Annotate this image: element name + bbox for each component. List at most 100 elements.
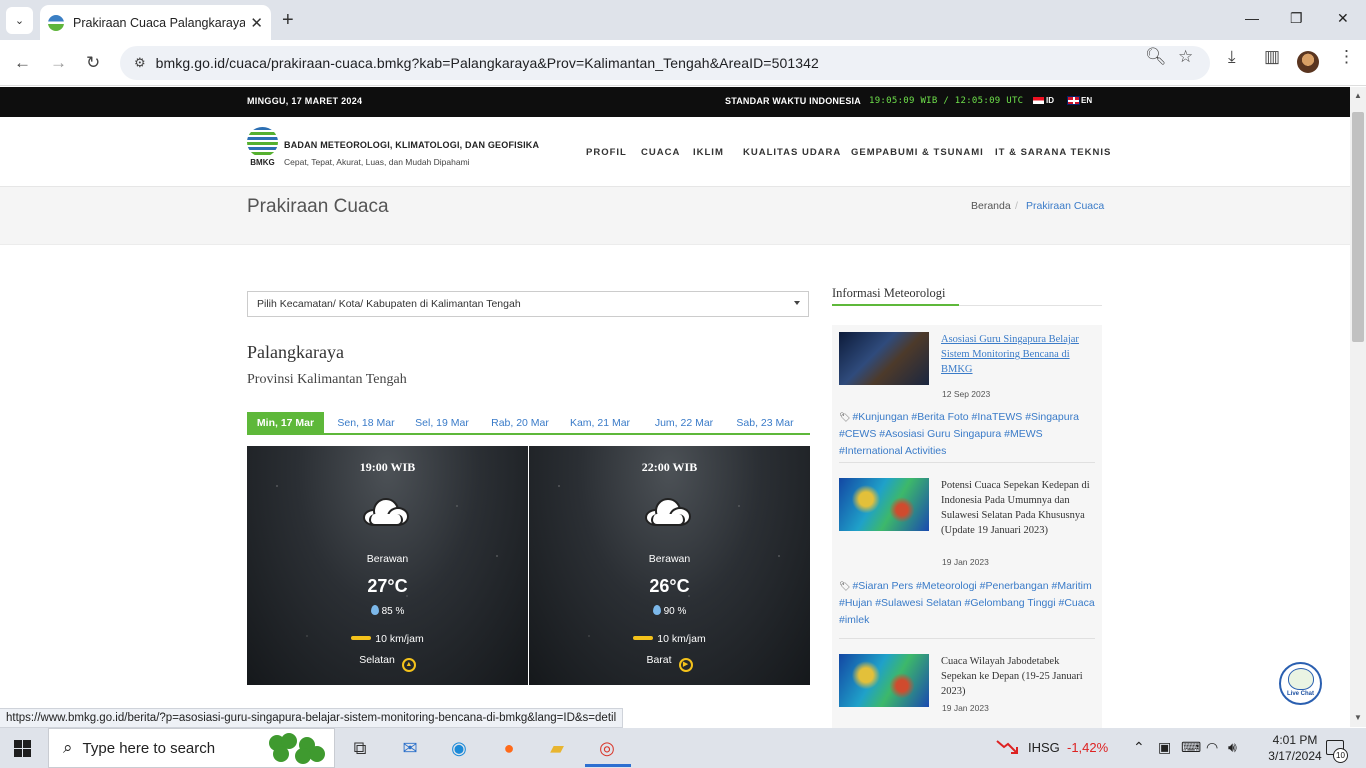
forecast-wind-direction: Selatan ▲ <box>247 654 528 672</box>
lang-en-link[interactable]: EN <box>1067 96 1092 105</box>
meet-now-icon[interactable]: ▣ <box>1158 739 1171 756</box>
news-thumbnail[interactable] <box>839 654 929 707</box>
ihsg-label[interactable]: IHSG <box>1028 740 1060 755</box>
breadcrumb-separator: / <box>1015 200 1018 212</box>
address-bar[interactable]: ⚙ bmkg.go.id/cuaca/prakiraan-cuaca.bmkg?… <box>120 46 1210 80</box>
download-icon[interactable]: ⤓ <box>1228 47 1236 67</box>
nav-iklim[interactable]: IKLIM <box>693 147 724 158</box>
cloudy-icon <box>643 496 693 528</box>
org-tagline: Cepat, Tepat, Akurat, Luas, dan Mudah Di… <box>284 157 470 167</box>
firefox-icon[interactable]: ● <box>496 736 522 760</box>
stock-down-icon <box>996 740 1018 754</box>
input-method-icon[interactable]: ⌨ <box>1181 739 1201 756</box>
tab-close-icon[interactable]: ✕ <box>250 14 263 32</box>
bookmark-star-icon[interactable]: ☆ <box>1178 47 1193 67</box>
browser-tab-active[interactable]: Prakiraan Cuaca Palangkaraya - ✕ <box>40 5 271 40</box>
news-title-link[interactable]: Potensi Cuaca Sepekan Kedepan di Indones… <box>941 478 1091 538</box>
tray-chevron-up-icon[interactable]: ⌃ <box>1133 739 1145 756</box>
nav-profil[interactable]: PROFIL <box>586 147 627 158</box>
close-window-icon[interactable]: ✕ <box>1337 10 1349 27</box>
browser-toolbar: ← → ↻ ⚙ bmkg.go.id/cuaca/prakiraan-cuaca… <box>0 40 1366 86</box>
wifi-icon[interactable]: ◠ <box>1206 739 1218 756</box>
forecast-wind: 10 km/jam <box>529 633 810 645</box>
scroll-up-icon[interactable]: ▲ <box>1354 91 1362 100</box>
bmkg-logo[interactable]: BMKG <box>247 127 278 167</box>
news-divider <box>839 462 1095 463</box>
day-tab-5[interactable]: Jum, 22 Mar <box>648 412 720 433</box>
cloudy-icon <box>361 496 411 528</box>
back-arrow-icon[interactable]: ← <box>14 53 31 73</box>
forecast-temperature: 27°C <box>367 576 408 596</box>
day-tab-1[interactable]: Sen, 18 Mar <box>330 412 402 433</box>
zoom-icon[interactable]: 🔍︎ <box>1145 47 1167 67</box>
news-tags-text[interactable]: #Siaran Pers #Meteorologi #Penerbangan #… <box>839 580 1095 626</box>
live-chat-button[interactable]: Live Chat <box>1279 662 1322 705</box>
news-tags-text[interactable]: #Kunjungan #Berita Foto #InaTEWS #Singap… <box>839 411 1079 457</box>
breadcrumb-home[interactable]: Beranda <box>971 200 1011 212</box>
humidity-value: 85 % <box>381 606 405 617</box>
wind-icon <box>351 636 372 640</box>
day-tab-4[interactable]: Kam, 21 Mar <box>565 412 635 433</box>
chrome-icon[interactable]: ◎ <box>594 736 620 760</box>
search-icon: ⌕ <box>63 738 73 757</box>
menu-kebab-icon[interactable]: ⋮ <box>1338 47 1355 67</box>
site-top-bar: MINGGU, 17 MARET 2024 STANDAR WAKTU INDO… <box>0 87 1350 117</box>
forecast-card: 22:00 WIB Berawan 26°C 90 % 10 km/jam Ba… <box>529 446 810 685</box>
direction-west-icon: ▶ <box>678 658 693 672</box>
profile-avatar[interactable] <box>1297 51 1319 73</box>
nav-it-sarana-teknis[interactable]: IT & SARANA TEKNIS <box>995 147 1111 158</box>
page-scrollbar[interactable]: ▲ ▼ <box>1350 87 1366 727</box>
taskbar-clock[interactable]: 4:01 PM 3/17/2024 <box>1260 732 1330 764</box>
forecast-time: 22:00 WIB <box>641 460 698 474</box>
wind-icon <box>633 636 654 640</box>
news-title-link[interactable]: Asosiasi Guru Singapura Belajar Sistem M… <box>941 332 1091 377</box>
taskbar-search-placeholder: Type here to search <box>82 739 216 757</box>
forecast-temperature: 26°C <box>649 576 690 596</box>
wind-speed: 10 km/jam <box>375 633 424 645</box>
chevron-down-icon: ⌄ <box>14 15 25 27</box>
day-tab-3[interactable]: Rab, 20 Mar <box>486 412 554 433</box>
windows-taskbar: ⌕ Type here to search ⧉ ✉ ◉ ● ▰ ◎ IHSG -… <box>0 728 1366 768</box>
task-view-icon[interactable]: ⧉ <box>347 736 373 760</box>
edge-icon[interactable]: ◉ <box>446 736 472 760</box>
news-thumbnail[interactable] <box>839 332 929 385</box>
uk-flag-icon <box>1067 96 1080 105</box>
reload-icon[interactable]: ↻ <box>86 53 100 73</box>
nav-gempabumi-tsunami[interactable]: GEMPABUMI & TSUNAMI <box>851 147 984 158</box>
side-panel-icon[interactable]: ▥ <box>1264 47 1280 67</box>
night-sky-background <box>529 446 810 685</box>
tab-search-button[interactable]: ⌄ <box>6 7 33 34</box>
news-title-link[interactable]: Cuaca Wilayah Jabodetabek Sepekan ke Dep… <box>941 654 1091 699</box>
water-drop-icon <box>370 605 379 615</box>
day-tab-6[interactable]: Sab, 23 Mar <box>731 412 799 433</box>
new-tab-plus-icon[interactable]: + <box>282 9 294 32</box>
org-name: BADAN METEOROLOGI, KLIMATOLOGI, DAN GEOF… <box>284 140 540 150</box>
day-tab-0[interactable]: Min, 17 Mar <box>247 412 324 433</box>
minimize-icon[interactable]: — <box>1245 10 1259 26</box>
day-tab-2[interactable]: Sel, 19 Mar <box>408 412 476 433</box>
digital-clock: 19:05:09 WIB / 12:05:09 UTC <box>869 96 1024 106</box>
news-date: 19 Jan 2023 <box>942 703 989 713</box>
scroll-down-icon[interactable]: ▼ <box>1354 713 1362 722</box>
region-select[interactable]: Pilih Kecamatan/ Kota/ Kabupaten di Kali… <box>247 291 809 317</box>
forecast-wind-direction: Barat ▶ <box>529 654 810 672</box>
lang-id-link[interactable]: ID <box>1033 96 1054 105</box>
news-thumbnail[interactable] <box>839 478 929 531</box>
region-select-value: Pilih Kecamatan/ Kota/ Kabupaten di Kali… <box>257 298 521 310</box>
mail-icon[interactable]: ✉ <box>397 736 423 760</box>
windows-start-icon[interactable] <box>14 740 31 757</box>
taskbar-time: 4:01 PM <box>1272 733 1318 747</box>
volume-icon[interactable]: 🔊︎ <box>1228 739 1237 756</box>
nav-kualitas-udara[interactable]: KUALITAS UDARA <box>743 147 841 158</box>
day-tabs: Min, 17 Mar Sen, 18 Mar Sel, 19 Mar Rab,… <box>247 412 810 435</box>
forward-arrow-icon[interactable]: → <box>50 53 67 73</box>
wind-direction-label: Selatan <box>359 654 395 666</box>
forecast-condition: Berawan <box>366 553 409 565</box>
forecast-wind: 10 km/jam <box>247 633 528 645</box>
site-info-icon[interactable]: ⚙ <box>134 55 146 71</box>
file-explorer-icon[interactable]: ▰ <box>544 736 570 760</box>
scroll-thumb[interactable] <box>1352 112 1364 342</box>
restore-icon[interactable]: ❐ <box>1290 10 1303 27</box>
standard-time-label: STANDAR WAKTU INDONESIA <box>725 96 861 106</box>
nav-cuaca[interactable]: CUACA <box>641 147 680 158</box>
